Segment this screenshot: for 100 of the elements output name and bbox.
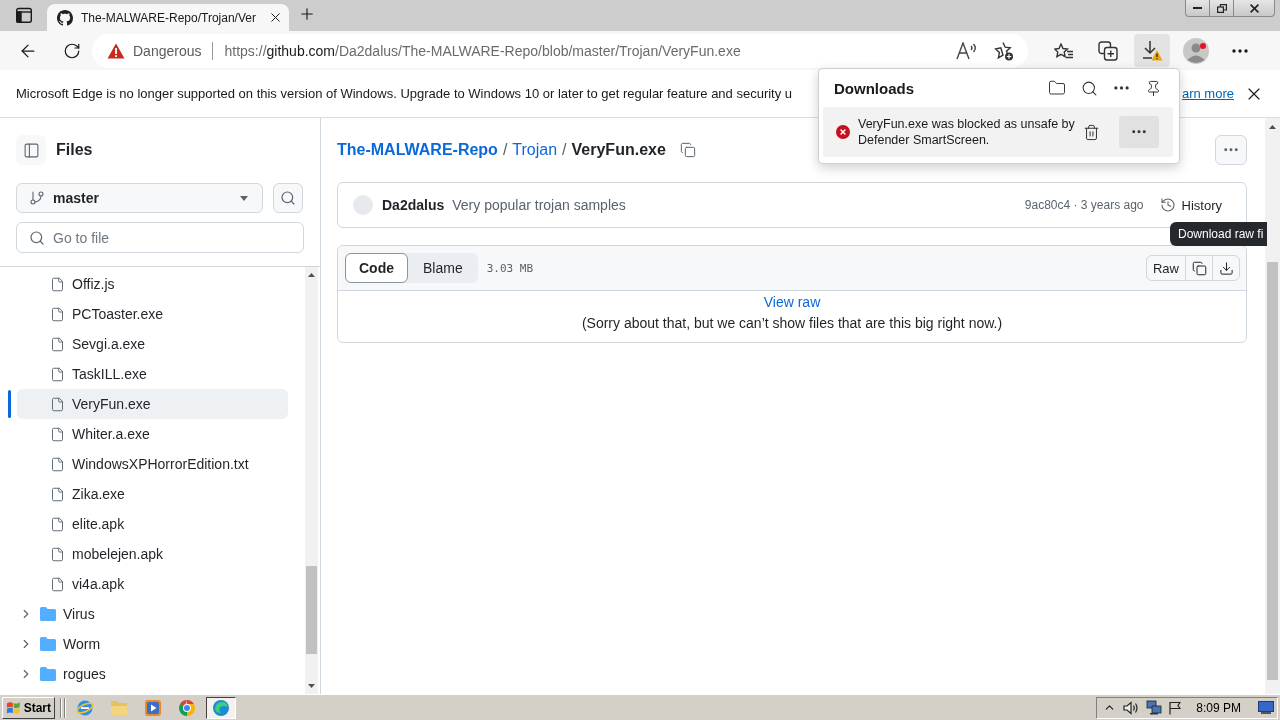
current-file-name: VeryFun.exe (571, 141, 666, 159)
folder-icon (40, 607, 56, 621)
file-tree-item[interactable]: Whiter.a.exe (17, 419, 288, 449)
plus-icon (298, 5, 316, 23)
copy-icon (679, 142, 696, 158)
search-button[interactable] (273, 183, 303, 213)
file-tree-item[interactable]: VeryFun.exe (17, 389, 288, 419)
file-icon (50, 396, 65, 412)
view-tab[interactable]: Code (345, 253, 408, 283)
folder-tree-item[interactable]: Virus (17, 599, 288, 629)
folder-tree-item[interactable]: Worm (17, 629, 288, 659)
file-tree-item[interactable]: PCToaster.exe (17, 299, 288, 329)
file-icon (50, 366, 65, 382)
scroll-up-icon[interactable] (308, 273, 315, 277)
collapse-sidebar-button[interactable] (16, 135, 46, 165)
close-window-button[interactable] (1233, 0, 1275, 17)
breadcrumb-link[interactable]: Trojan (512, 141, 558, 159)
trash-icon (1082, 123, 1100, 141)
minimize-button[interactable] (1185, 0, 1210, 17)
file-tree-item[interactable]: vi4a.apk (17, 569, 288, 599)
add-favorite-icon[interactable] (994, 40, 1014, 61)
refresh-icon (63, 41, 81, 60)
commit-message-link[interactable]: Very popular trojan samples (452, 197, 626, 213)
more-icon (1232, 48, 1248, 53)
folder-icon (110, 700, 128, 715)
file-icon (50, 336, 65, 352)
play-icon (144, 698, 162, 717)
file-tree-item[interactable]: TaskILL.exe (17, 359, 288, 389)
scroll-down-icon[interactable] (308, 684, 315, 688)
file-icon (50, 516, 65, 532)
read-aloud-icon[interactable] (956, 41, 978, 60)
flag-icon[interactable] (1169, 700, 1182, 715)
show-desktop-icon[interactable] (1258, 701, 1274, 714)
view-raw-link[interactable]: View raw (763, 292, 821, 313)
cat-logo-icon (57, 9, 73, 26)
folder-icon (40, 667, 56, 681)
folder-icon (40, 637, 56, 651)
file-tree-item[interactable]: WindowsXPHorrorEdition.txt (17, 449, 288, 479)
file-tree-item[interactable]: Offiz.js (17, 269, 288, 299)
file-size: 3.03 MB (486, 261, 534, 275)
profile-avatar-icon (1183, 37, 1209, 64)
breadcrumb-link[interactable]: The-MALWARE-Repo (337, 141, 498, 159)
caret-down-icon (240, 195, 248, 201)
panel-icon (22, 141, 40, 159)
file-tree-item[interactable]: Zika.exe (17, 479, 288, 509)
window-icon (16, 7, 32, 23)
scrollbar-thumb[interactable] (306, 566, 317, 654)
learn-more-link[interactable]: arn more (1181, 86, 1234, 101)
search-icon (280, 190, 296, 206)
search-icon (1080, 79, 1098, 97)
browser-tab[interactable]: The-MALWARE-Repo/Trojan/Ver (47, 4, 289, 31)
go-to-file-field[interactable]: Go to file (16, 222, 304, 253)
close-icon (1249, 3, 1259, 13)
history-button[interactable]: History (1151, 193, 1230, 217)
branch-icon (29, 190, 45, 206)
file-tree-item[interactable]: elite.apk (17, 509, 288, 539)
ring-logo-icon (178, 698, 196, 717)
file-icon (50, 576, 65, 592)
history-icon (1159, 197, 1176, 213)
downloads-button[interactable] (1134, 34, 1170, 67)
file-too-big-notice: (Sorry about that, but we can’t show files that are this big right now.) (581, 314, 1003, 333)
scroll-up-icon[interactable] (1269, 125, 1276, 129)
warning-icon (107, 42, 125, 59)
page-scrollbar[interactable] (1265, 118, 1280, 694)
file-icon (50, 546, 65, 562)
file-tree-item[interactable]: mobelejen.apk (17, 539, 288, 569)
notification-message: Microsoft Edge is no longer supported on this version of Windows. Upgrade to Windows 10 or later to get regular feature and security u (16, 86, 793, 101)
branch-select[interactable]: master (16, 183, 263, 213)
breadcrumb-separator: / (502, 141, 508, 159)
wave-logo-icon (212, 698, 230, 717)
taskbar-app-button[interactable] (206, 696, 236, 719)
speaker-icon[interactable] (1123, 700, 1140, 715)
avatar-icon (353, 195, 373, 215)
view-tab[interactable]: Blame (408, 253, 478, 283)
downloads-title: Downloads (834, 79, 914, 97)
download-icon (1218, 260, 1234, 276)
star-list-icon (1054, 42, 1074, 59)
file-icon (50, 306, 65, 322)
restore-button[interactable] (1209, 0, 1234, 17)
folder-tree-item[interactable]: rogues (17, 659, 288, 689)
start-button[interactable]: Start (2, 696, 55, 719)
collections-icon (1098, 40, 1118, 61)
file-icon (50, 426, 65, 442)
more-icon (1224, 148, 1238, 152)
copy-icon (1191, 260, 1207, 276)
breadcrumb-separator: / (562, 141, 567, 159)
file-tree-item[interactable]: Sevgi.a.exe (17, 329, 288, 359)
site-info-button[interactable]: Dangerous (107, 42, 202, 59)
address-bar[interactable]: Dangerous https://github.com/Da2dalus/The-MALWARE-Repo/blob/master/Trojan/VeryFun.exe (92, 33, 1028, 68)
clock: 8:09 PM (1196, 700, 1241, 715)
url-text: https://github.com/Da2dalus/The-MALWARE-Repo/blob/master/Trojan/VeryFun.exe (224, 42, 741, 59)
close-icon[interactable] (268, 10, 283, 25)
sidebar-scrollbar[interactable] (305, 267, 318, 694)
network-icon[interactable] (1146, 700, 1163, 715)
download-warning-icon (1141, 40, 1163, 61)
flag-logo-icon (6, 700, 21, 715)
author-link[interactable]: Da2dalus (382, 197, 445, 213)
scrollbar-thumb[interactable] (1267, 262, 1278, 680)
folder-icon (1048, 79, 1066, 97)
restore-icon (1216, 3, 1227, 13)
